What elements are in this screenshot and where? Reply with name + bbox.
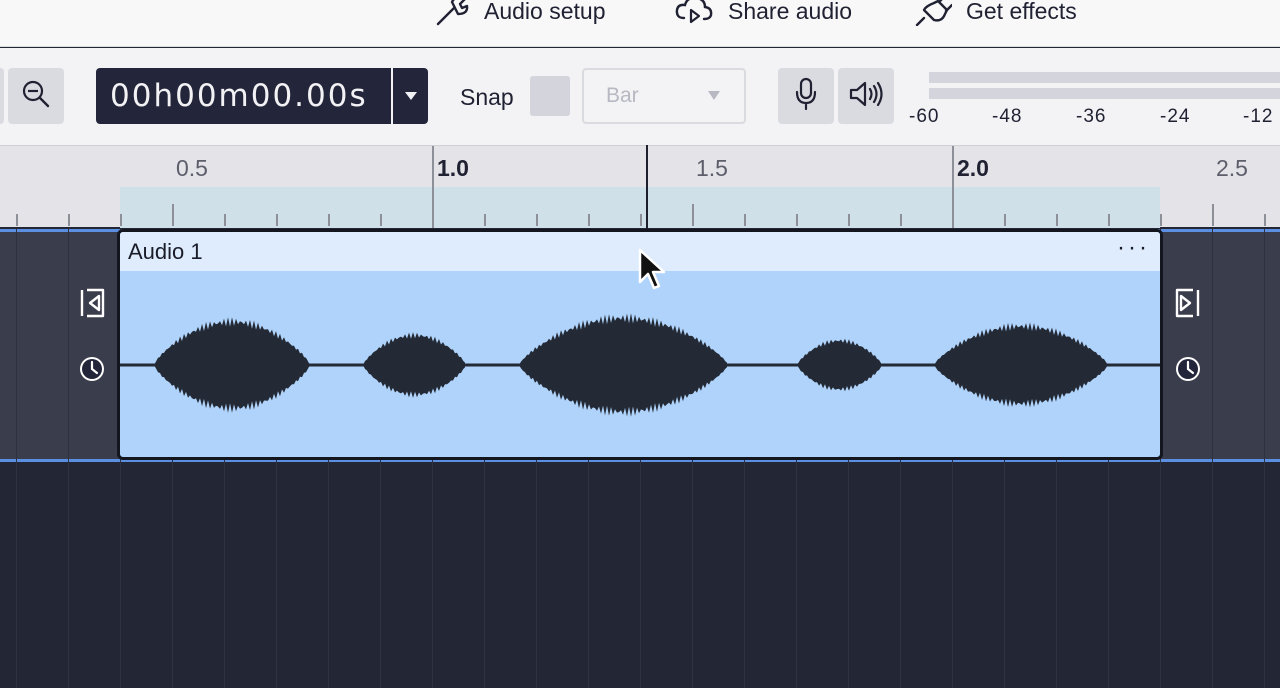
trim-left-icon[interactable] — [79, 288, 107, 323]
ruler-tick — [536, 214, 538, 226]
ruler-tick — [1056, 214, 1058, 226]
zoom-out-button[interactable] — [8, 68, 64, 124]
share-audio-label: Share audio — [728, 0, 853, 24]
ruler-tick — [1212, 204, 1214, 226]
ruler-tick — [588, 214, 590, 226]
ruler-tick — [900, 214, 902, 226]
header-bar: Audio setup Share audio Get effects — [0, 0, 1280, 47]
chevron-down-icon — [404, 92, 417, 100]
trim-right-icon[interactable] — [1173, 288, 1201, 323]
meter-tick-label: -36 — [1076, 106, 1107, 127]
ruler-tick — [640, 214, 642, 226]
ruler-tick — [1264, 214, 1266, 226]
ruler-tick — [432, 146, 434, 228]
meter-tick-label: -60 — [909, 106, 940, 127]
plug-icon — [914, 0, 952, 26]
ruler-label: 1.5 — [696, 155, 728, 181]
playback-output-button[interactable] — [838, 68, 894, 124]
record-input-button[interactable] — [778, 68, 834, 124]
audio-setup-label: Audio setup — [484, 0, 606, 24]
chevron-down-icon — [708, 91, 720, 100]
track-area[interactable]: Audio 1 ··· — [0, 229, 1280, 688]
playhead[interactable] — [646, 145, 648, 229]
waveform-segment — [519, 313, 727, 417]
waveform-segment — [154, 317, 310, 413]
waveform-segment — [934, 322, 1108, 408]
clock-icon[interactable] — [78, 355, 106, 388]
audio-editor: Audio setup Share audio Get effects 00h0… — [0, 0, 1280, 688]
meter-bar-right — [929, 88, 1280, 99]
grid-line — [16, 229, 17, 688]
ruler-tick — [692, 204, 694, 226]
share-audio-button[interactable]: Share audio — [674, 0, 852, 28]
meter-tick-label: -24 — [1160, 106, 1191, 127]
mouse-pointer-icon — [637, 247, 667, 296]
meter-tick-label: -12 — [1243, 106, 1274, 127]
ruler-tick — [848, 214, 850, 226]
time-readout: 00h00m00.00s — [96, 68, 393, 124]
ruler-tick — [68, 214, 70, 226]
ruler-label: 2.5 — [1216, 155, 1248, 181]
zoom-out-icon — [21, 79, 51, 114]
get-effects-label: Get effects — [966, 0, 1077, 24]
ruler-tick — [484, 214, 486, 226]
grid-line — [1212, 229, 1213, 688]
timeline-ruler[interactable]: 0.5 1.0 1.5 2.0 2.5 — [0, 145, 1280, 228]
ruler-tick — [276, 214, 278, 226]
ruler-tick — [1108, 214, 1110, 226]
ruler-label: 2.0 — [957, 155, 989, 181]
ruler-tick — [796, 214, 798, 226]
time-display[interactable]: 00h00m00.00s — [96, 68, 428, 124]
speaker-icon — [848, 79, 884, 114]
ruler-tick — [16, 214, 18, 226]
clock-icon[interactable] — [1174, 355, 1202, 388]
audio-setup-button[interactable]: Audio setup — [434, 0, 605, 28]
grid-line — [1264, 229, 1265, 688]
wrench-icon — [434, 0, 470, 26]
snap-select-value: Bar — [606, 84, 639, 107]
ruler-tick — [172, 204, 174, 226]
clip-title: Audio 1 — [128, 239, 203, 264]
meter-tick-label: -48 — [992, 106, 1023, 127]
clip-waveform — [120, 313, 1160, 417]
toolbar: 00h00m00.00s Snap Bar -60 -48 -36 -24 -1… — [0, 48, 1280, 145]
clip-menu-button[interactable]: ··· — [1117, 234, 1150, 262]
microphone-icon — [794, 77, 818, 116]
ruler-tick — [224, 214, 226, 226]
waveform-segment — [363, 332, 465, 398]
snap-checkbox[interactable] — [530, 76, 570, 116]
ruler-tick — [952, 146, 954, 228]
waveform-segment — [797, 338, 881, 392]
ruler-tick — [1160, 214, 1162, 226]
grid-line — [68, 229, 69, 688]
zoom-in-button[interactable] — [0, 68, 4, 124]
ruler-tick — [1004, 214, 1006, 226]
time-format-dropdown[interactable] — [393, 68, 428, 124]
snap-select[interactable]: Bar — [582, 68, 746, 124]
ruler-label: 0.5 — [176, 155, 208, 181]
ruler-tick — [120, 214, 122, 226]
snap-label: Snap — [460, 84, 514, 110]
ruler-tick — [380, 214, 382, 226]
ruler-tick — [328, 214, 330, 226]
ruler-tick — [744, 214, 746, 226]
ruler-label: 1.0 — [437, 155, 469, 181]
meter-bar-left — [929, 72, 1280, 83]
cloud-share-icon — [674, 0, 714, 26]
get-effects-button[interactable]: Get effects — [914, 0, 1077, 28]
